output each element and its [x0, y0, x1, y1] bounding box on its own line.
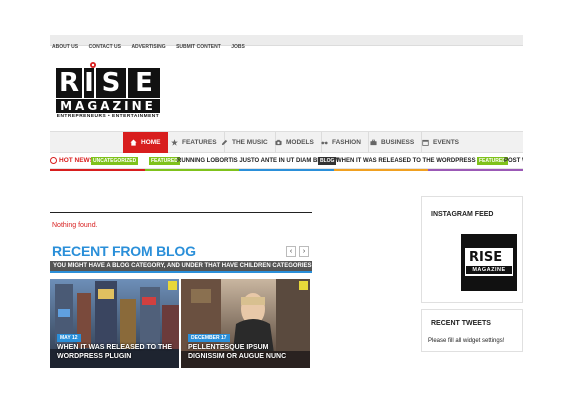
instagram-logo-word: RISE	[469, 250, 503, 265]
instagram-feed-image[interactable]: RISE MAGAZINE	[461, 234, 517, 291]
ticker-headline[interactable]: WHEN IT WAS RELEASED TO THE WORDPRESS PL…	[336, 157, 500, 166]
nav-label: THE MUSIC	[232, 139, 268, 146]
hot-news-icon	[50, 157, 57, 164]
top-utility-bar: ABOUT US CONTACT US ADVERTISING SUBMIT C…	[50, 35, 523, 50]
tweets-settings-message: Please fill all widget settings!	[428, 338, 505, 344]
hot-news-ticker: HOT NEWS UNCATEGORIZED FEATURED RUNNING …	[50, 156, 523, 169]
color-segment	[144, 169, 240, 171]
briefcase-icon	[370, 139, 377, 146]
topbar-link-jobs[interactable]: JOBS	[231, 42, 245, 52]
topbar-link-about[interactable]: ABOUT US	[52, 42, 78, 52]
ticker-headline[interactable]: RUNNING LOBORTIS JUSTO ANTE IN UT DIAM B…	[177, 157, 339, 166]
nav-label: FEATURES	[182, 139, 217, 146]
color-segment	[428, 169, 523, 171]
main-navigation: HOME FEATURES THE MUSIC MODELS FASHION B…	[50, 131, 523, 153]
hot-news-label: HOT NEWS	[50, 157, 94, 164]
nav-label: BUSINESS	[381, 139, 415, 146]
recent-from-blog-title: RECENT FROM BLOG	[52, 243, 196, 259]
prev-button[interactable]: ‹	[286, 246, 296, 257]
home-icon	[130, 139, 137, 146]
nav-item-the-music[interactable]: THE MUSIC	[214, 132, 276, 153]
camera-icon	[275, 139, 282, 146]
bookmark-icon[interactable]	[168, 281, 177, 290]
topbar-link-contact[interactable]: CONTACT US	[89, 42, 121, 52]
instagram-feed-title: INSTAGRAM FEED	[431, 211, 494, 218]
logo-word: R I S E	[56, 68, 160, 98]
topbar-link-advertising[interactable]: ADVERTISING	[131, 42, 165, 52]
nav-item-business[interactable]: BUSINESS	[363, 132, 423, 153]
topbar-link-submit-content[interactable]: SUBMIT CONTENT	[176, 42, 221, 52]
recent-tweets-widget	[421, 309, 523, 352]
color-segment	[333, 169, 429, 171]
nav-item-events[interactable]: EVENTS	[415, 132, 466, 153]
calendar-icon	[422, 139, 429, 146]
content-divider	[50, 212, 312, 213]
blog-card-title[interactable]: PELLENTESQUE IPSUM DIGNISSIM OR AUGUE NU…	[188, 343, 303, 361]
recent-tweets-title: RECENT TWEETS	[431, 320, 491, 327]
recent-subtitle-bar: YOU MIGHT HAVE A BLOG CATEGORY, AND UNDE…	[50, 261, 312, 271]
nav-label: HOME	[141, 139, 161, 146]
nav-item-home[interactable]: HOME	[123, 132, 168, 153]
ticker-headline[interactable]: POST WI	[504, 157, 523, 166]
blog-card[interactable]: MAY 12 WHEN IT WAS RELEASED TO THE WORDP…	[50, 279, 179, 368]
color-segment	[50, 169, 145, 171]
ticker-badge[interactable]: FEATURED	[149, 157, 180, 165]
instagram-logo-magazine: MAGAZINE	[466, 266, 512, 274]
nav-label: FASHION	[332, 139, 361, 146]
recent-underline	[50, 271, 312, 273]
bookmark-icon[interactable]	[299, 281, 308, 290]
blog-card-date: MAY 12	[57, 334, 81, 342]
star-icon	[171, 139, 178, 146]
next-button[interactable]: ›	[299, 246, 309, 257]
color-segment	[239, 169, 334, 171]
site-logo[interactable]: R I S E MAGAZINE ENTREPRENEURS • ENTERTA…	[56, 60, 162, 126]
ticker-badge[interactable]: BLOG	[318, 157, 337, 165]
pen-icon	[221, 139, 228, 146]
nav-item-fashion[interactable]: FASHION	[314, 132, 369, 153]
logo-magazine: MAGAZINE	[56, 99, 160, 113]
ticker-badge[interactable]: UNCATEGORIZED	[91, 157, 139, 165]
ticker-color-bar	[50, 169, 523, 171]
nothing-found-message: Nothing found.	[52, 222, 98, 229]
glasses-icon	[321, 141, 328, 145]
blog-card[interactable]: DECEMBER 17 PELLENTESQUE IPSUM DIGNISSIM…	[181, 279, 310, 368]
logo-tagline: ENTREPRENEURS • ENTERTAINMENT	[56, 114, 160, 119]
nav-label: MODELS	[286, 139, 314, 146]
blog-card-title[interactable]: WHEN IT WAS RELEASED TO THE WORDPRESS PL…	[57, 343, 172, 361]
blog-card-date: DECEMBER 17	[188, 334, 230, 342]
nav-label: EVENTS	[433, 139, 460, 146]
